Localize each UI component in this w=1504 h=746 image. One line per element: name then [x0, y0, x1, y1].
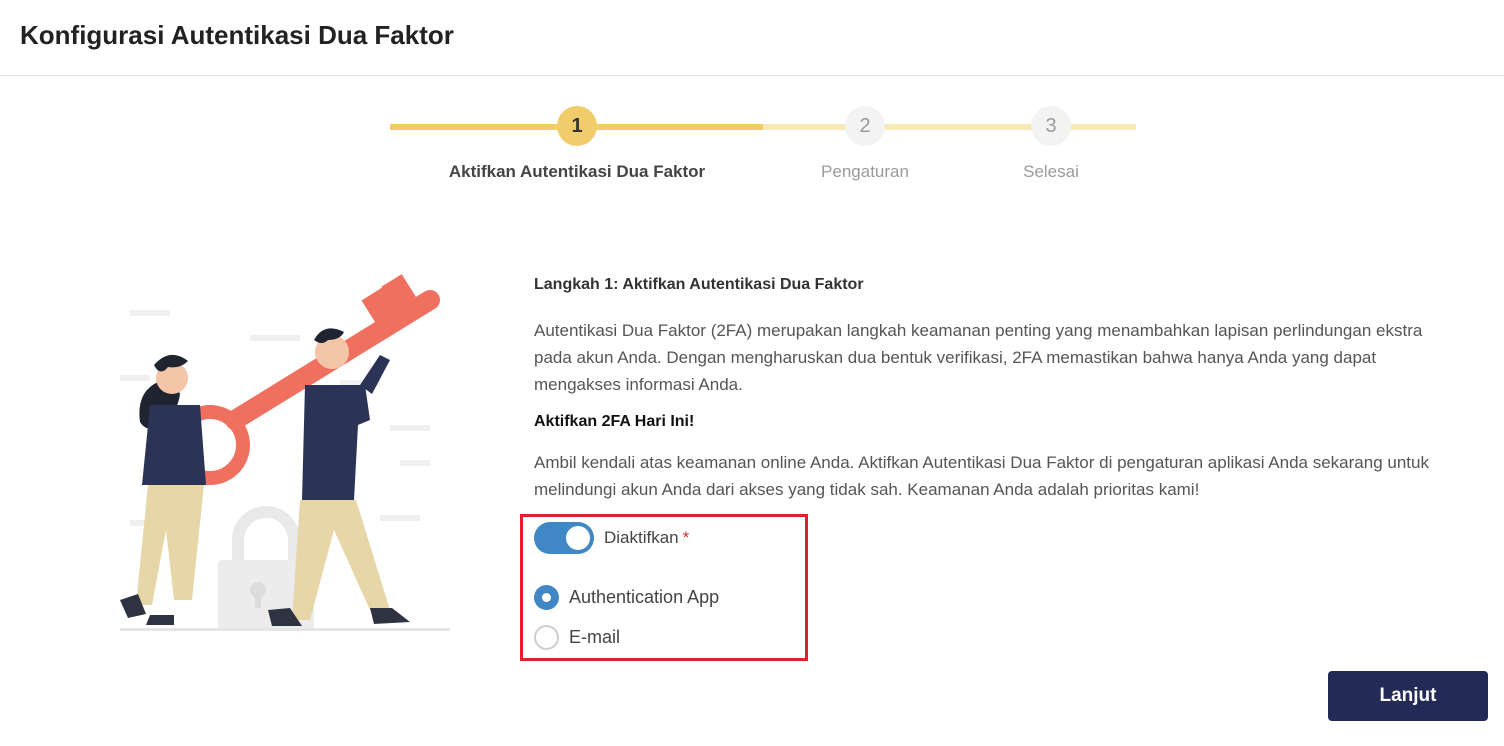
page-header: Konfigurasi Autentikasi Dua Faktor [0, 0, 1504, 76]
radio-label-email[interactable]: E-mail [569, 627, 620, 648]
intro-line: Autentikasi Dua Faktor (2FA) merupakan l… [534, 321, 1423, 340]
intro-paragraph: Autentikasi Dua Faktor (2FA) merupakan l… [534, 317, 1494, 398]
enable-2fa-toggle[interactable] [534, 522, 594, 554]
option-authentication-app[interactable]: Authentication App [534, 585, 719, 610]
step-3-label: Selesai [1023, 162, 1079, 181]
page-title: Konfigurasi Autentikasi Dua Faktor [20, 20, 454, 50]
cta-line: melindungi akun Anda dari akses yang tid… [534, 480, 1200, 499]
step-content: Langkah 1: Aktifkan Autentikasi Dua Fakt… [534, 276, 1494, 499]
radio-dot [542, 593, 551, 602]
security-key-illustration [110, 270, 460, 640]
intro-line: pada akun Anda. Dengan mengharuskan dua … [534, 348, 1377, 367]
cta-line: Ambil kendali atas keamanan online Anda.… [534, 453, 1429, 472]
toggle-knob [566, 526, 590, 550]
step-1-number: 1 [557, 106, 597, 146]
radio-label-authentication-app[interactable]: Authentication App [569, 587, 719, 608]
radio-email[interactable] [534, 625, 559, 650]
step-3: 3 Selesai [911, 106, 1191, 182]
next-button[interactable]: Lanjut [1328, 671, 1488, 721]
intro-line: mengakses informasi Anda. [534, 375, 743, 394]
enable-2fa-toggle-row: Diaktifkan * [534, 522, 689, 554]
step-3-number: 3 [1031, 106, 1071, 146]
radio-authentication-app[interactable] [534, 585, 559, 610]
toggle-label: Diaktifkan [604, 528, 679, 547]
step-2-number: 2 [845, 106, 885, 146]
option-email[interactable]: E-mail [534, 625, 620, 650]
progress-stepper: 1 Aktifkan Autentikasi Dua Faktor 2 Peng… [390, 106, 1136, 186]
cta-heading: Aktifkan 2FA Hari Ini! [534, 413, 695, 430]
cta-paragraph: Ambil kendali atas keamanan online Anda.… [534, 449, 1494, 503]
required-mark: * [682, 528, 690, 547]
step-heading: Langkah 1: Aktifkan Autentikasi Dua Fakt… [534, 276, 864, 293]
step-1-label: Aktifkan Autentikasi Dua Faktor [448, 162, 706, 181]
step-1: 1 Aktifkan Autentikasi Dua Faktor [437, 106, 717, 182]
